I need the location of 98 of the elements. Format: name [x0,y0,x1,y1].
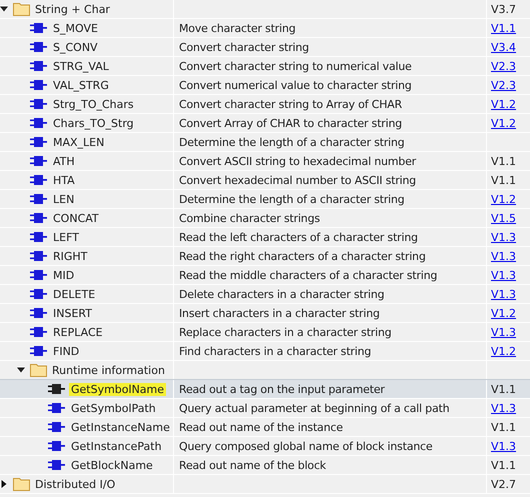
version-link[interactable]: V1.3 [491,268,516,282]
item-description: Convert numerical value to character string [179,78,412,92]
item-name: GetInstanceName [70,420,171,434]
version-link[interactable]: V2.3 [491,60,516,72]
item-description: Read out name of the instance [179,420,343,434]
version-link[interactable]: V1.3 [491,250,516,262]
item-name: S_MOVE [52,22,99,34]
item-name: MID [52,268,76,282]
version-text: V1.1 [491,458,516,472]
tree-row[interactable]: STRG_VAL Convert character string to numerical value V2.3 [0,57,530,76]
item-name: ATH [52,154,76,168]
version-link[interactable]: V1.2 [491,98,516,110]
item-description: Query actual parameter at beginning of a call path [179,402,450,414]
item-description: Convert character string to numerical value [179,60,412,72]
item-description: Replace characters in a character string [179,326,392,338]
version-link[interactable]: V1.5 [491,212,516,224]
tree-row[interactable]: REPLACE Replace characters in a character string V1.3 [0,323,530,342]
version-link[interactable]: V2.3 [491,78,516,92]
item-name: REPLACE [52,326,104,338]
item-description: Read the middle characters of a character string [179,268,438,282]
item-description: Query composed global name of block instance [179,440,432,452]
tree-row[interactable]: FIND Find characters in a character string V1.2 [0,342,530,361]
item-name: LEN [52,192,76,206]
tree-row[interactable]: GetSymbolPath Query actual parameter at beginning of a call path V1.3 [0,399,530,418]
item-description: Find characters in a character string [179,344,372,358]
tree-row[interactable]: Chars_TO_Strg Convert Array of CHAR to character string V1.2 [0,114,530,133]
item-description: Convert ASCII string to hexadecimal number [179,154,416,168]
tree-row[interactable]: HTA Convert hexadecimal number to ASCII string V1.1 [0,171,530,190]
item-name: RIGHT [52,250,88,262]
version-text: V1.1 [491,174,516,186]
tree-row[interactable]: CONCAT Combine character strings V1.5 [0,209,530,228]
item-name: Strg_TO_Chars [52,98,135,110]
item-description: Insert characters in a character string [179,306,380,320]
item-description: Convert hexadecimal number to ASCII string [179,174,416,186]
tree-row[interactable]: INSERT Insert characters in a character string V1.2 [0,304,530,323]
item-description: Read the left characters of a character string [179,230,418,244]
item-name: MAX_LEN [52,136,106,148]
item-name: GetInstancePath [70,440,163,452]
item-name: Runtime information [51,364,166,376]
version-link[interactable]: V1.1 [491,22,516,34]
version-link[interactable]: V1.3 [491,326,516,338]
tree-row[interactable]: GetSymbolName Read out a tag on the input parameter V1.1 [0,379,530,399]
tree-row[interactable]: MID Read the middle characters of a character string V1.3 [0,266,530,285]
item-name: GetSymbolPath [70,402,157,414]
version-link[interactable]: V1.3 [491,288,516,300]
tree-row[interactable]: VAL_STRG Convert numerical value to character string V2.3 [0,76,530,95]
tree-row[interactable]: GetBlockName Read out name of the block V1.1 [0,456,530,475]
tree-row[interactable]: MAX_LEN Determine the length of a character string [0,133,530,152]
item-name: GetSymbolName [69,382,166,396]
item-description: Read the right characters of a character string [179,250,426,262]
version-text: V1.1 [491,420,516,434]
item-description: Combine character strings [179,212,320,224]
tree-row[interactable]: RIGHT Read the right characters of a character string V1.3 [0,247,530,266]
version-text: V2.7 [491,478,516,490]
item-name: String + Char [34,2,111,16]
item-name: Distributed I/O [34,478,116,490]
item-name: STRG_VAL [52,60,110,72]
tree-row[interactable]: LEN Determine the length of a character string V1.2 [0,190,530,209]
version-text: V1.1 [491,154,516,168]
item-description: Move character string [179,22,296,34]
tree-row[interactable]: Strg_TO_Chars Convert character string to Array of CHAR V1.2 [0,95,530,114]
item-name: LEFT [52,230,80,244]
version-link[interactable]: V1.2 [491,344,516,358]
item-description: Convert character string to Array of CHAR [179,98,402,110]
item-name: CONCAT [52,212,100,224]
tree-row[interactable]: Distributed I/O V2.7 [0,475,530,494]
version-link[interactable]: V1.3 [491,440,516,452]
tree-row[interactable]: LEFT Read the left characters of a character string V1.3 [0,228,530,247]
item-name: HTA [52,174,76,186]
version-link[interactable]: V1.2 [491,116,516,130]
tree-row[interactable]: S_CONV Convert character string V3.4 [0,38,530,57]
item-description: Convert character string [179,40,309,54]
tree-row[interactable]: GetInstancePath Query composed global name of block instance V1.3 [0,437,530,456]
version-link[interactable]: V1.3 [491,230,516,244]
item-description: Determine the length of a character string [179,136,404,148]
item-name: DELETE [52,288,96,300]
item-description: Read out name of the block [179,458,326,472]
item-name: GetBlockName [70,458,154,472]
item-description: Read out a tag on the input parameter [179,382,385,396]
item-name: Chars_TO_Strg [52,116,135,130]
version-text: V1.1 [491,382,516,396]
item-name: S_CONV [52,40,99,54]
tree-row[interactable]: DELETE Delete characters in a character string V1.3 [0,285,530,304]
item-name: VAL_STRG [52,78,110,92]
version-text: V3.7 [491,2,516,16]
version-link[interactable]: V1.3 [491,402,516,414]
item-description: Convert Array of CHAR to character string [179,116,402,130]
tree-row[interactable]: S_MOVE Move character string V1.1 [0,19,530,38]
version-link[interactable]: V1.2 [491,306,516,320]
item-name: FIND [52,344,80,358]
tree-row[interactable]: ATH Convert ASCII string to hexadecimal number V1.1 [0,152,530,171]
item-name: INSERT [52,306,93,320]
item-description: Delete characters in a character string [179,288,384,300]
tree-row[interactable]: String + Char V3.7 [0,0,530,19]
tree-row[interactable]: GetInstanceName Read out name of the instance V1.1 [0,418,530,437]
version-link[interactable]: V1.2 [491,192,516,206]
item-description: Determine the length of a character string [179,192,404,206]
version-link[interactable]: V3.4 [491,40,516,54]
